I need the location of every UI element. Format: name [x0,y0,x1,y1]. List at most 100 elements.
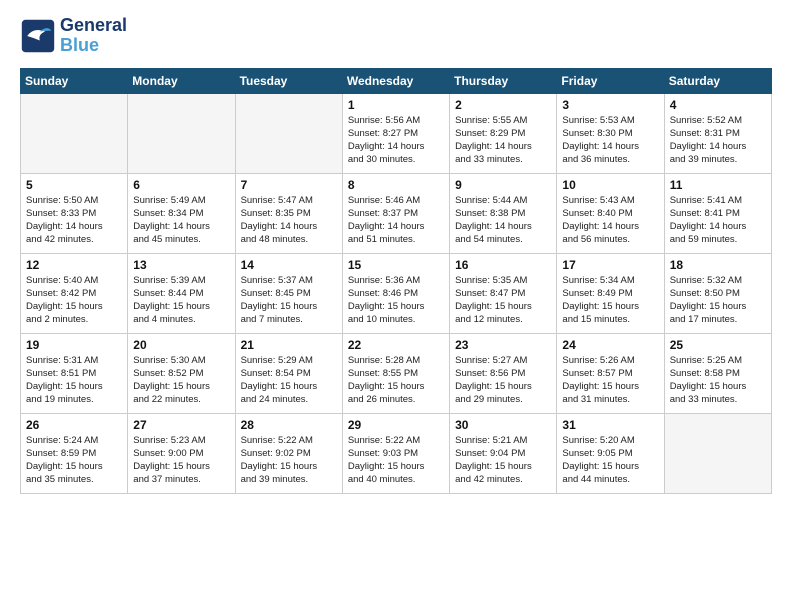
calendar-cell: 2Sunrise: 5:55 AMSunset: 8:29 PMDaylight… [450,93,557,173]
day-header-tuesday: Tuesday [235,68,342,93]
calendar-cell: 26 Sunrise: 5:24 AMSunset: 8:59 PMDayligh… [21,413,128,493]
calendar-cell: 13Sunrise: 5:39 AMSunset: 8:44 PMDayligh… [128,253,235,333]
calendar-cell: 19 Sunrise: 5:31 AMSunset: 8:51 PMDayligh… [21,333,128,413]
day-number: 12 [26,258,122,272]
day-number: 20 [133,338,229,352]
calendar-cell: 12 Sunrise: 5:40 AMSunset: 8:42 PMDayligh… [21,253,128,333]
day-number: 8 [348,178,444,192]
week-row-1: 1 Sunrise: 5:56 AMSunset: 8:27 PMDaylight… [21,93,772,173]
calendar-cell: 28Sunrise: 5:22 AMSunset: 9:02 PMDayligh… [235,413,342,493]
calendar-cell: 15 Sunrise: 5:36 AMSunset: 8:46 PMDayligh… [342,253,449,333]
day-number: 17 [562,258,658,272]
day-info: Sunrise: 5:44 AMSunset: 8:38 PMDaylight:… [455,194,551,247]
calendar-cell: 22 Sunrise: 5:28 AMSunset: 8:55 PMDayligh… [342,333,449,413]
calendar-cell: 17 Sunrise: 5:34 AMSunset: 8:49 PMDayligh… [557,253,664,333]
calendar-cell: 1 Sunrise: 5:56 AMSunset: 8:27 PMDaylight… [342,93,449,173]
logo-text-general: General [60,16,127,36]
week-row-4: 19 Sunrise: 5:31 AMSunset: 8:51 PMDayligh… [21,333,772,413]
day-info: Sunrise: 5:31 AMSunset: 8:51 PMDaylight:… [26,354,122,407]
week-row-3: 12 Sunrise: 5:40 AMSunset: 8:42 PMDayligh… [21,253,772,333]
logo: General Blue [20,16,127,56]
page: General Blue SundayMondayTuesdayWednesda… [0,0,792,510]
day-info: Sunrise: 5:56 AMSunset: 8:27 PMDaylight:… [348,114,444,167]
calendar-cell: 20Sunrise: 5:30 AMSunset: 8:52 PMDayligh… [128,333,235,413]
calendar-cell: 5 Sunrise: 5:50 AMSunset: 8:33 PMDaylight… [21,173,128,253]
day-number: 23 [455,338,551,352]
day-info: Sunrise: 5:50 AMSunset: 8:33 PMDaylight:… [26,194,122,247]
day-header-sunday: Sunday [21,68,128,93]
day-number: 19 [26,338,122,352]
day-number: 24 [562,338,658,352]
calendar-cell: 11Sunrise: 5:41 AMSunset: 8:41 PMDayligh… [664,173,771,253]
calendar-cell: 30Sunrise: 5:21 AMSunset: 9:04 PMDayligh… [450,413,557,493]
calendar-cell: 21 Sunrise: 5:29 AMSunset: 8:54 PMDayligh… [235,333,342,413]
week-row-2: 5 Sunrise: 5:50 AMSunset: 8:33 PMDaylight… [21,173,772,253]
day-info: Sunrise: 5:29 AMSunset: 8:54 PMDaylight:… [241,354,337,407]
calendar-cell [235,93,342,173]
day-number: 9 [455,178,551,192]
calendar-cell [664,413,771,493]
day-number: 22 [348,338,444,352]
calendar-cell: 27 Sunrise: 5:23 AMSunset: 9:00 PMDayligh… [128,413,235,493]
calendar-cell: 16Sunrise: 5:35 AMSunset: 8:47 PMDayligh… [450,253,557,333]
day-info: Sunrise: 5:52 AMSunset: 8:31 PMDaylight:… [670,114,766,167]
day-header-row: SundayMondayTuesdayWednesdayThursdayFrid… [21,68,772,93]
day-info: Sunrise: 5:35 AMSunset: 8:47 PMDaylight:… [455,274,551,327]
day-number: 3 [562,98,658,112]
calendar-cell: 10Sunrise: 5:43 AMSunset: 8:40 PMDayligh… [557,173,664,253]
day-info: Sunrise: 5:36 AMSunset: 8:46 PMDaylight:… [348,274,444,327]
calendar-cell: 4 Sunrise: 5:52 AMSunset: 8:31 PMDaylight… [664,93,771,173]
day-info: Sunrise: 5:53 AMSunset: 8:30 PMDaylight:… [562,114,658,167]
calendar-cell: 6Sunrise: 5:49 AMSunset: 8:34 PMDaylight… [128,173,235,253]
day-info: Sunrise: 5:25 AMSunset: 8:58 PMDaylight:… [670,354,766,407]
day-number: 13 [133,258,229,272]
header: General Blue [20,16,772,56]
day-info: Sunrise: 5:40 AMSunset: 8:42 PMDaylight:… [26,274,122,327]
day-info: Sunrise: 5:32 AMSunset: 8:50 PMDaylight:… [670,274,766,327]
day-info: Sunrise: 5:20 AMSunset: 9:05 PMDaylight:… [562,434,658,487]
logo-text-blue: Blue [60,36,127,56]
day-number: 27 [133,418,229,432]
calendar-cell: 24 Sunrise: 5:26 AMSunset: 8:57 PMDayligh… [557,333,664,413]
day-info: Sunrise: 5:49 AMSunset: 8:34 PMDaylight:… [133,194,229,247]
day-number: 5 [26,178,122,192]
day-info: Sunrise: 5:47 AMSunset: 8:35 PMDaylight:… [241,194,337,247]
calendar-cell: 23 Sunrise: 5:27 AMSunset: 8:56 PMDayligh… [450,333,557,413]
calendar-cell: 29Sunrise: 5:22 AMSunset: 9:03 PMDayligh… [342,413,449,493]
day-number: 10 [562,178,658,192]
day-number: 15 [348,258,444,272]
calendar-cell: 9 Sunrise: 5:44 AMSunset: 8:38 PMDaylight… [450,173,557,253]
day-info: Sunrise: 5:22 AMSunset: 9:03 PMDaylight:… [348,434,444,487]
calendar-table: SundayMondayTuesdayWednesdayThursdayFrid… [20,68,772,494]
calendar-body: 1 Sunrise: 5:56 AMSunset: 8:27 PMDaylight… [21,93,772,493]
logo-icon [20,18,56,54]
calendar-cell: 18Sunrise: 5:32 AMSunset: 8:50 PMDayligh… [664,253,771,333]
calendar-cell: 3 Sunrise: 5:53 AMSunset: 8:30 PMDaylight… [557,93,664,173]
calendar-cell: 31 Sunrise: 5:20 AMSunset: 9:05 PMDayligh… [557,413,664,493]
day-info: Sunrise: 5:37 AMSunset: 8:45 PMDaylight:… [241,274,337,327]
day-number: 11 [670,178,766,192]
day-number: 1 [348,98,444,112]
calendar-cell [128,93,235,173]
calendar-cell: 7 Sunrise: 5:47 AMSunset: 8:35 PMDaylight… [235,173,342,253]
day-number: 26 [26,418,122,432]
day-number: 7 [241,178,337,192]
day-info: Sunrise: 5:28 AMSunset: 8:55 PMDaylight:… [348,354,444,407]
day-number: 14 [241,258,337,272]
day-header-monday: Monday [128,68,235,93]
day-info: Sunrise: 5:26 AMSunset: 8:57 PMDaylight:… [562,354,658,407]
day-number: 30 [455,418,551,432]
calendar-cell: 25Sunrise: 5:25 AMSunset: 8:58 PMDayligh… [664,333,771,413]
day-info: Sunrise: 5:34 AMSunset: 8:49 PMDaylight:… [562,274,658,327]
calendar-cell [21,93,128,173]
day-header-wednesday: Wednesday [342,68,449,93]
day-header-saturday: Saturday [664,68,771,93]
day-number: 4 [670,98,766,112]
day-header-friday: Friday [557,68,664,93]
day-number: 28 [241,418,337,432]
day-info: Sunrise: 5:24 AMSunset: 8:59 PMDaylight:… [26,434,122,487]
day-number: 21 [241,338,337,352]
day-number: 31 [562,418,658,432]
day-info: Sunrise: 5:27 AMSunset: 8:56 PMDaylight:… [455,354,551,407]
day-info: Sunrise: 5:23 AMSunset: 9:00 PMDaylight:… [133,434,229,487]
